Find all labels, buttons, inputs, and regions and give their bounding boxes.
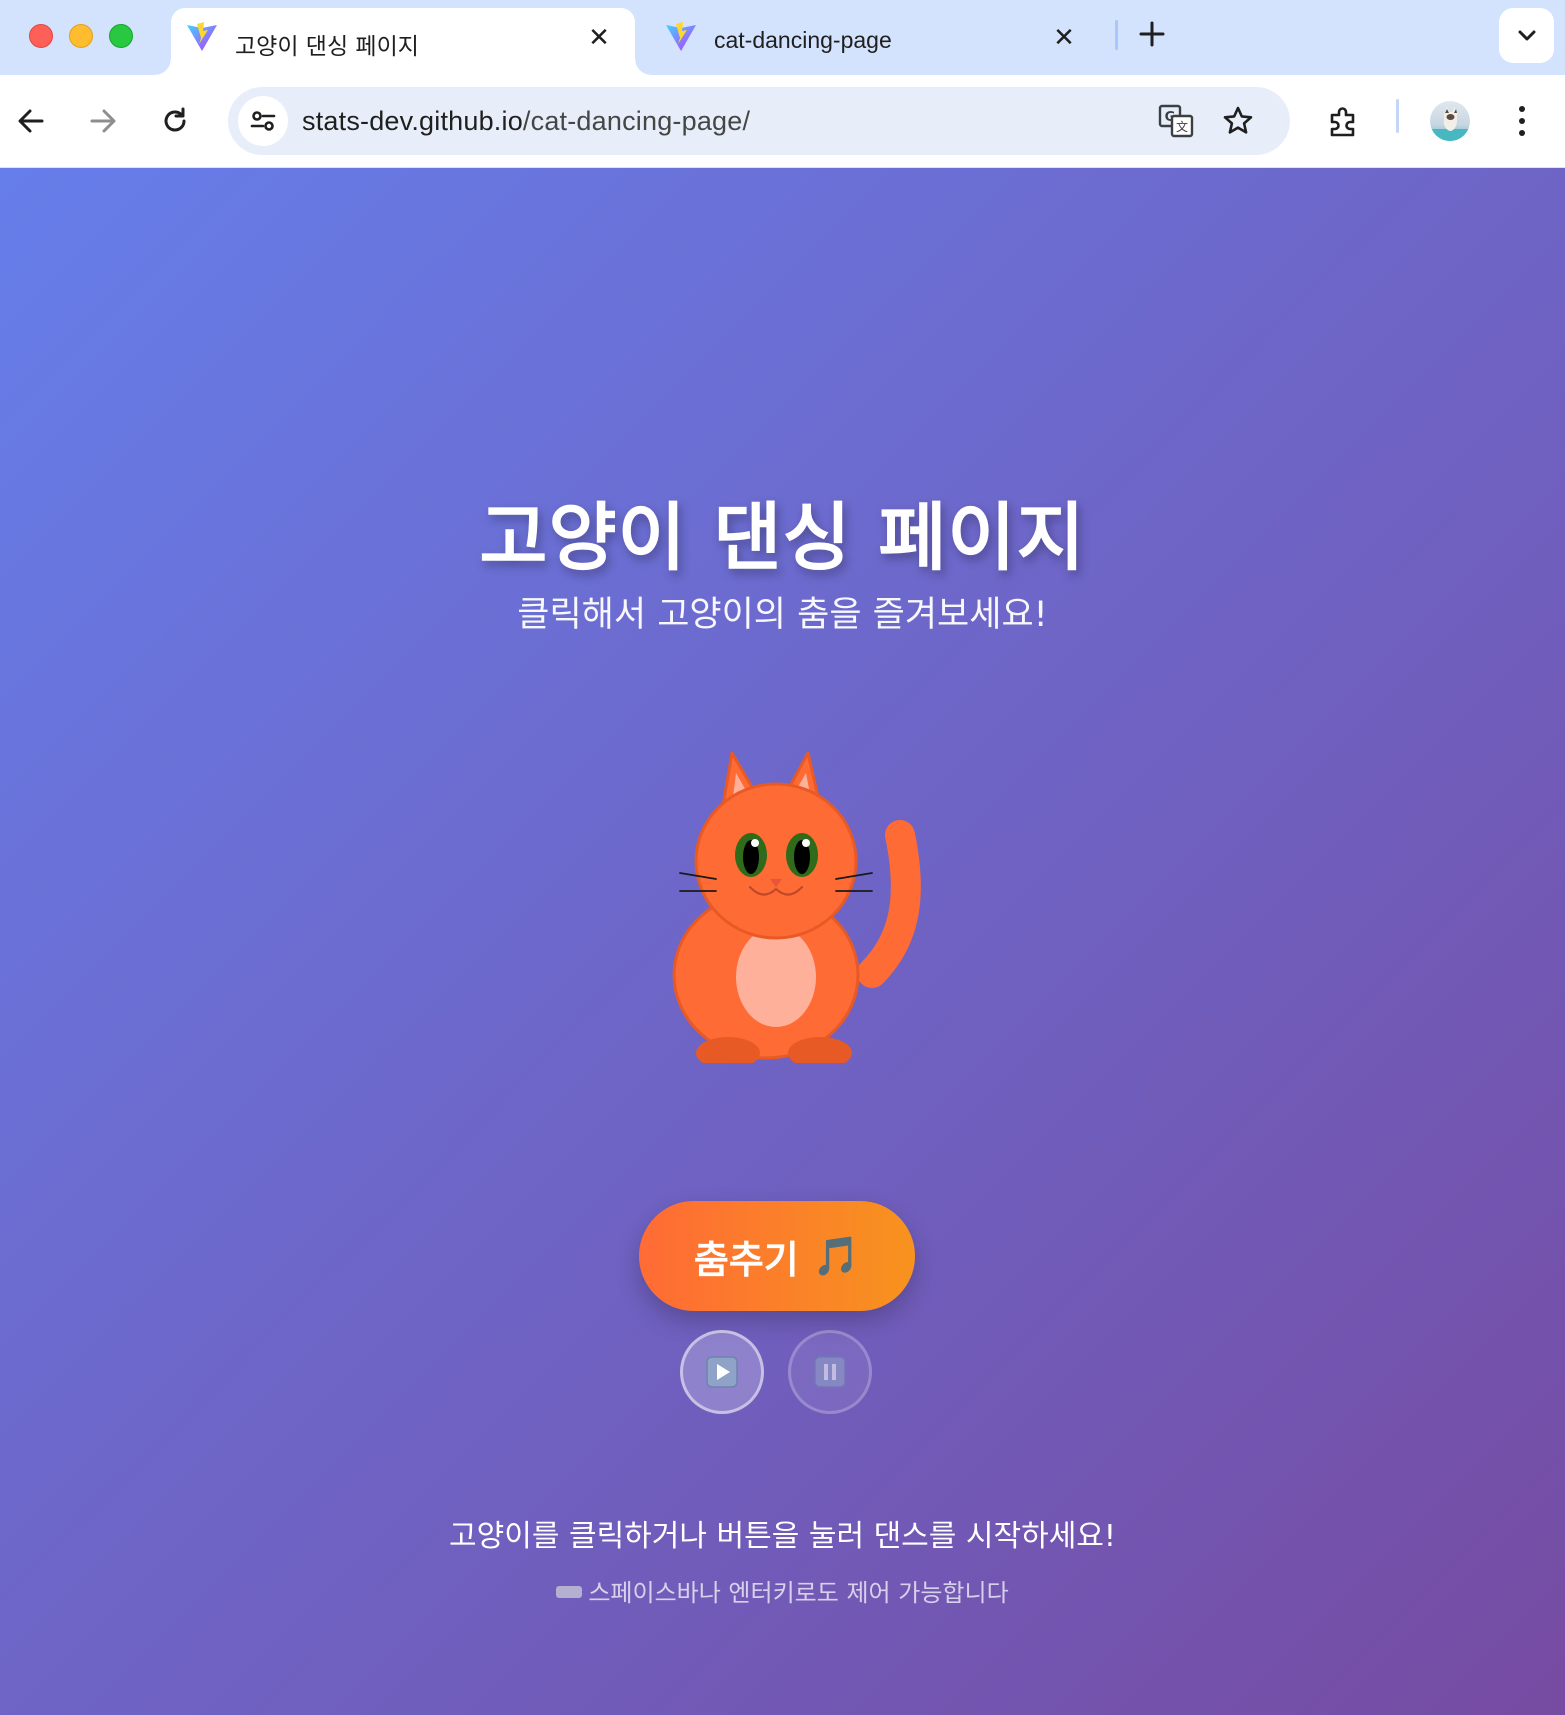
tab-close-icon[interactable]: ✕ (1050, 23, 1078, 53)
new-tab-button[interactable] (1136, 14, 1168, 54)
svg-text:文: 文 (1176, 119, 1188, 134)
arrow-left-icon (18, 109, 44, 133)
cat-tail (857, 820, 921, 988)
minimize-window-button[interactable] (69, 24, 93, 48)
profile-avatar[interactable] (1430, 101, 1470, 141)
tab-title: cat-dancing-page (714, 27, 892, 53)
dancing-cat[interactable] (672, 743, 932, 1063)
site-info-button[interactable] (238, 96, 288, 146)
tab-strip: 고양이 댄싱 페이지 ✕ cat-dancing-page ✕ (0, 0, 1565, 75)
tune-icon (250, 111, 276, 131)
tab-search-button[interactable] (1499, 8, 1554, 63)
pause-button[interactable] (788, 1330, 872, 1414)
cat-avatar-icon (1430, 107, 1470, 141)
tab-active[interactable]: 고양이 댄싱 페이지 ✕ (155, 8, 651, 75)
reload-icon (164, 107, 186, 132)
reload-button[interactable] (153, 99, 197, 143)
tab-title: 고양이 댄싱 페이지 (235, 34, 419, 60)
url-host: stats-dev.github.io (302, 106, 523, 136)
keyboard-hint-text: 스페이스바나 엔터키로도 제어 가능합니다 (588, 1579, 1009, 1607)
translate-button[interactable]: G 文 (1158, 103, 1194, 139)
plus-icon (1139, 21, 1165, 47)
browser-toolbar: stats-dev.github.io/cat-dancing-page/ G … (0, 75, 1565, 168)
back-button[interactable] (9, 99, 53, 143)
vite-favicon-icon (666, 22, 696, 51)
page-content: 고양이 댄싱 페이지 클릭해서 고양이의 춤을 즐겨보세요! 춤추기 🎵 고양이… (0, 168, 1565, 1715)
star-icon (1223, 106, 1253, 134)
tab-inactive[interactable]: cat-dancing-page ✕ (650, 8, 1100, 75)
close-window-button[interactable] (29, 24, 53, 48)
tab-separator (1115, 20, 1118, 50)
toolbar-separator (1396, 99, 1399, 133)
kebab-menu-icon (1519, 106, 1525, 136)
instructions-text: 고양이를 클릭하거나 버튼을 눌러 댄스를 시작하세요! (449, 1519, 1116, 1554)
cat-belly (736, 927, 816, 1027)
chevron-down-icon (1518, 30, 1535, 40)
music-note-icon: 🎵 (812, 1233, 861, 1278)
page-subtitle: 클릭해서 고양이의 춤을 즐겨보세요! (517, 595, 1048, 635)
page-title: 고양이 댄싱 페이지 (479, 495, 1086, 581)
url-path: /cat-dancing-page/ (522, 106, 751, 136)
translate-icon: G 文 (1158, 104, 1194, 138)
bookmark-button[interactable] (1220, 103, 1256, 139)
keyboard-icon (556, 1586, 583, 1598)
vite-favicon-icon (187, 22, 217, 51)
maximize-window-button[interactable] (109, 24, 133, 48)
browser-menu-button[interactable] (1500, 99, 1544, 143)
keyboard-hint: 스페이스바나 엔터키로도 제어 가능합니다 (0, 1573, 1565, 1608)
dance-button-label: 춤추기 (693, 1237, 799, 1282)
cat-head (694, 782, 858, 940)
pause-icon (814, 1356, 846, 1388)
tab-close-icon[interactable]: ✕ (585, 23, 613, 53)
url-text[interactable]: stats-dev.github.io/cat-dancing-page/ (302, 106, 750, 137)
play-icon (706, 1356, 738, 1388)
puzzle-icon (1330, 107, 1355, 137)
arrow-right-icon (90, 109, 116, 133)
forward-button[interactable] (81, 99, 125, 143)
play-button[interactable] (680, 1330, 764, 1414)
dance-button[interactable]: 춤추기 🎵 (639, 1201, 915, 1311)
address-bar[interactable]: stats-dev.github.io/cat-dancing-page/ G … (228, 87, 1290, 155)
extensions-button[interactable] (1322, 99, 1366, 143)
